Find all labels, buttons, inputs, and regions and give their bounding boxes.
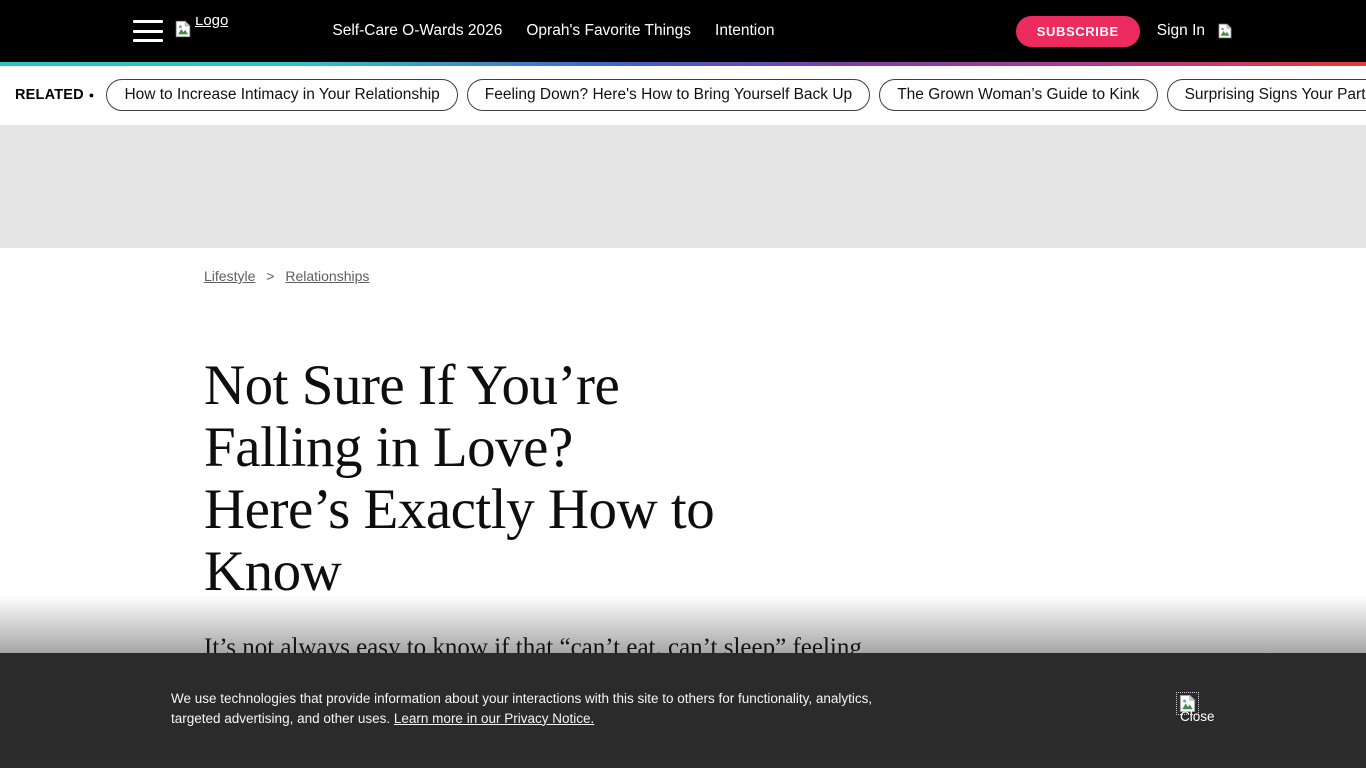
cookie-banner: We use technologies that provide informa… — [0, 653, 1366, 768]
related-pill[interactable]: The Grown Woman’s Guide to Kink — [879, 79, 1157, 111]
privacy-notice-link[interactable]: Learn more in our Privacy Notice. — [394, 711, 594, 726]
menu-icon[interactable] — [133, 20, 163, 42]
logo-alt-text: Logo — [195, 17, 228, 31]
related-label: RELATED ● — [15, 87, 94, 103]
sign-in-label: Sign In — [1157, 22, 1205, 40]
site-header: Logo Self-Care O-Wards 2026 Oprah's Favo… — [0, 0, 1366, 62]
bullet-icon: ● — [89, 90, 95, 100]
broken-image-icon — [174, 20, 192, 38]
nav-link-self-care-o-wards[interactable]: Self-Care O-Wards 2026 — [332, 22, 502, 40]
breadcrumb-link-lifestyle[interactable]: Lifestyle — [204, 268, 255, 284]
subscribe-button[interactable]: SUBSCRIBE — [1016, 16, 1140, 47]
main-nav: Self-Care O-Wards 2026 Oprah's Favorite … — [332, 22, 774, 40]
related-pill[interactable]: How to Increase Intimacy in Your Relatio… — [106, 79, 457, 111]
related-pill[interactable]: Feeling Down? Here's How to Bring Yourse… — [467, 79, 870, 111]
cookie-message: We use technologies that provide informa… — [171, 689, 911, 728]
related-pill[interactable]: Surprising Signs Your Part — [1167, 79, 1366, 111]
cookie-close-button[interactable]: Close — [1177, 693, 1215, 724]
breadcrumb-separator: > — [266, 268, 274, 284]
broken-image-icon — [1217, 23, 1233, 39]
nav-link-oprahs-favorite-things[interactable]: Oprah's Favorite Things — [526, 22, 691, 40]
header-inner: Logo Self-Care O-Wards 2026 Oprah's Favo… — [133, 0, 1233, 62]
page-title: Not Sure If You’re Falling in Love? Here… — [204, 355, 884, 603]
breadcrumb: Lifestyle > Relationships — [204, 268, 369, 284]
nav-link-intention[interactable]: Intention — [715, 22, 774, 40]
related-strip: RELATED ● How to Increase Intimacy in Yo… — [0, 66, 1366, 124]
close-label: Close — [1180, 709, 1215, 724]
page: Logo Self-Care O-Wards 2026 Oprah's Favo… — [0, 0, 1366, 768]
site-logo[interactable]: Logo — [174, 17, 228, 40]
sign-in-link[interactable]: Sign In — [1157, 22, 1233, 40]
ad-placeholder — [0, 125, 1366, 248]
breadcrumb-link-relationships[interactable]: Relationships — [285, 268, 369, 284]
